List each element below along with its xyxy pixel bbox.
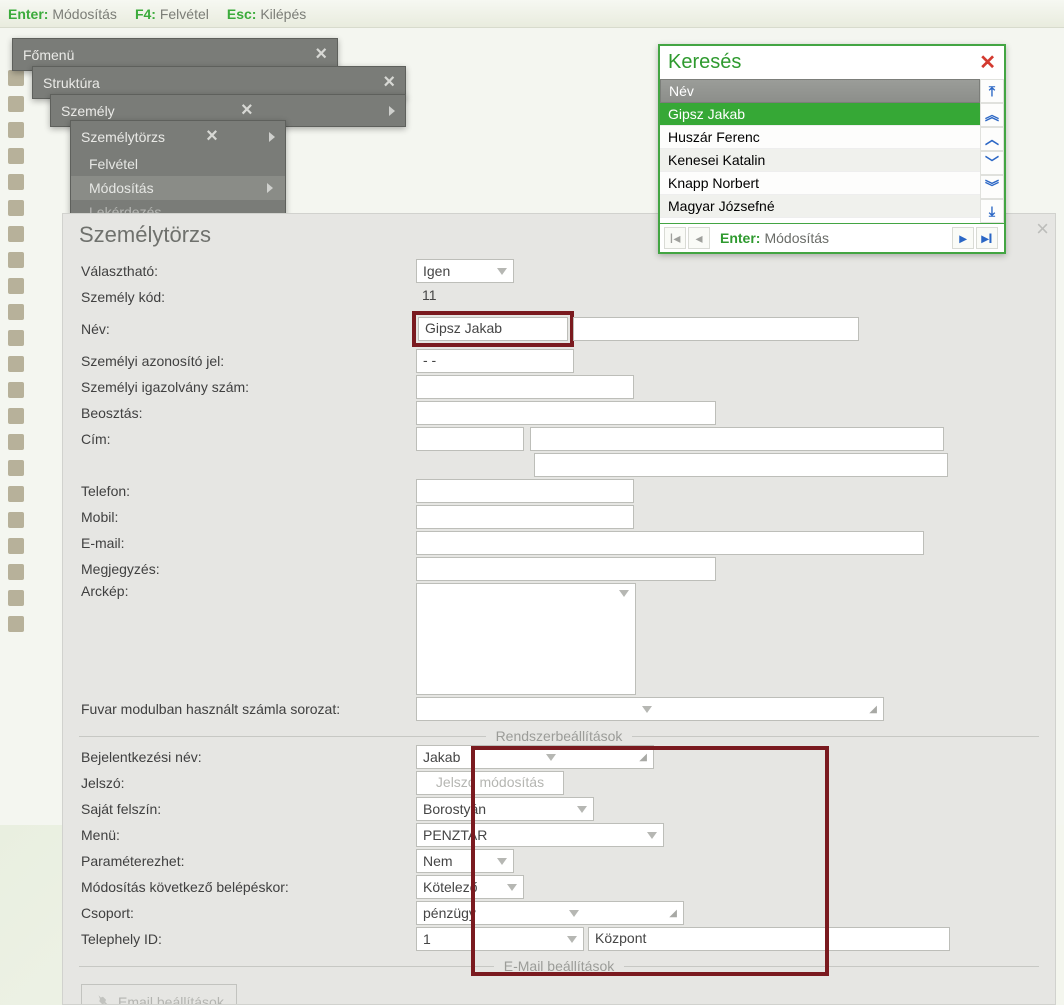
input-cim-city[interactable] [530,427,944,451]
label-valaszthato: Választható: [81,263,416,279]
label-megj: Megjegyzés: [81,561,416,577]
menu-struktura-title: Struktúra [43,75,100,91]
close-icon[interactable]: × [1036,216,1049,242]
label-beosztas: Beosztás: [81,405,416,421]
input-beosztas[interactable] [416,401,716,425]
search-row[interactable]: Huszár Ferenc [660,126,980,149]
button-email-beallitasok[interactable]: Email beállítások [81,984,237,1004]
menu-szemelytorzs[interactable]: Személytörzs× Felvétel Módosítás Lekérde… [70,120,286,225]
label-param: Paraméterezhet: [81,853,416,869]
input-cim-street[interactable] [534,453,948,477]
label-jelszo: Jelszó: [81,775,416,791]
shortcut-bar: Enter: Módosítás F4: Felvétel Esc: Kilép… [0,0,1064,28]
section-rendszer: Rendszerbeállítások [63,728,1055,744]
combo-fuvar[interactable]: ◢ [416,697,884,721]
combo-menu[interactable]: PENZTAR [416,823,664,847]
nav-pageup-icon[interactable]: ︽ [980,103,1004,127]
value-kod: 11 [416,285,454,309]
form-panel: × Személytörzs Választható: Igen Személy… [62,213,1056,1005]
close-icon[interactable]: × [206,125,218,148]
label-kod: Személy kód: [81,289,416,305]
nav-up-icon[interactable]: ︿ [980,127,1004,151]
label-mobil: Mobil: [81,509,416,525]
combo-parameterezhet[interactable]: Nem [416,849,514,873]
search-foot-mod: Módosítás [764,230,829,246]
nav-last-button[interactable]: ▸I [976,227,998,249]
input-cim-zip[interactable] [416,427,524,451]
wrench-icon [94,993,112,1004]
search-col-header[interactable]: Név [660,79,980,103]
button-jelszo-modositas[interactable]: Jelszó módosítás [416,771,564,795]
search-row[interactable]: Kenesei Katalin [660,149,980,172]
search-popup: Keresés ✕ Név Gipsz Jakab Huszár Ferenc … [658,44,1006,254]
input-telephely-name[interactable]: Központ [588,927,950,951]
left-icon-column [8,70,26,632]
label-menu: Menü: [81,827,416,843]
label-telefon: Telefon: [81,483,416,499]
label-modkov: Módosítás következő belépéskor: [81,879,416,895]
label-nev: Név: [81,321,416,337]
shortcut-esc-key: Esc: [227,6,257,22]
nav-first-icon[interactable]: ⤒ [980,79,1004,103]
combo-telephely-id[interactable]: 1 [416,927,584,951]
input-mobil[interactable] [416,505,634,529]
combo-mod-kovetkezo[interactable]: Kötelező [416,875,524,899]
combo-bejelentkezesi-nev[interactable]: Jakab◢ [416,745,654,769]
nav-first-button[interactable]: I◂ [664,227,686,249]
label-telephely: Telephely ID: [81,931,416,947]
label-arckep: Arckép: [81,583,416,599]
close-icon[interactable]: × [315,43,327,66]
nav-pagedown-icon[interactable]: ︾ [980,175,1004,199]
label-cim: Cím: [81,431,416,447]
label-csoport: Csoport: [81,905,416,921]
label-szig: Személyi igazolvány szám: [81,379,416,395]
shortcut-enter-key: Enter: [8,6,48,22]
menu-szemelytorzs-title: Személytörzs [81,129,165,145]
label-bejel: Bejelentkezési név: [81,749,416,765]
input-megjegyzes[interactable] [416,557,716,581]
search-row[interactable]: Gipsz Jakab [660,103,980,126]
nav-next-button[interactable]: ▸ [952,227,974,249]
search-row[interactable]: Magyar Józsefné [660,195,980,218]
combo-valaszthato[interactable]: Igen [416,259,514,283]
shortcut-esc-label: Kilépés [260,6,306,22]
close-icon[interactable]: × [383,71,395,94]
menu-fomenu-title: Főmenü [23,47,74,63]
search-title: Keresés [668,51,741,74]
search-row[interactable]: Knapp Norbert [660,172,980,195]
close-icon[interactable]: × [241,99,253,122]
section-email: E-Mail beállítások [63,958,1055,974]
shortcut-enter-label: Módosítás [52,6,117,22]
combo-csoport[interactable]: pénzügy◢ [416,901,684,925]
shortcut-f4-key: F4: [135,6,156,22]
input-nev[interactable]: Gipsz Jakab [418,317,568,341]
input-szaj[interactable]: - - [416,349,574,373]
label-fuvar: Fuvar modulban használt számla sorozat: [81,701,416,717]
close-icon[interactable]: ✕ [979,50,996,75]
shortcut-f4-label: Felvétel [160,6,209,22]
nav-down-icon[interactable]: ﹀ [980,151,1004,175]
nav-last-icon[interactable]: ⤓ [980,199,1004,223]
menu-item-felvetel[interactable]: Felvétel [71,152,285,176]
picker-arckep[interactable] [416,583,636,695]
menu-szemely-title: Személy [61,103,115,119]
input-nev-extra[interactable] [573,317,859,341]
combo-felszin[interactable]: Borostyán [416,797,594,821]
input-email[interactable] [416,531,924,555]
input-telefon[interactable] [416,479,634,503]
search-foot-enter: Enter: [720,230,760,246]
nav-prev-button[interactable]: ◂ [688,227,710,249]
label-felszin: Saját felszín: [81,801,416,817]
input-szig[interactable] [416,375,634,399]
label-szaj: Személyi azonosító jel: [81,353,416,369]
menu-item-modositas[interactable]: Módosítás [71,176,285,200]
label-email: E-mail: [81,535,416,551]
